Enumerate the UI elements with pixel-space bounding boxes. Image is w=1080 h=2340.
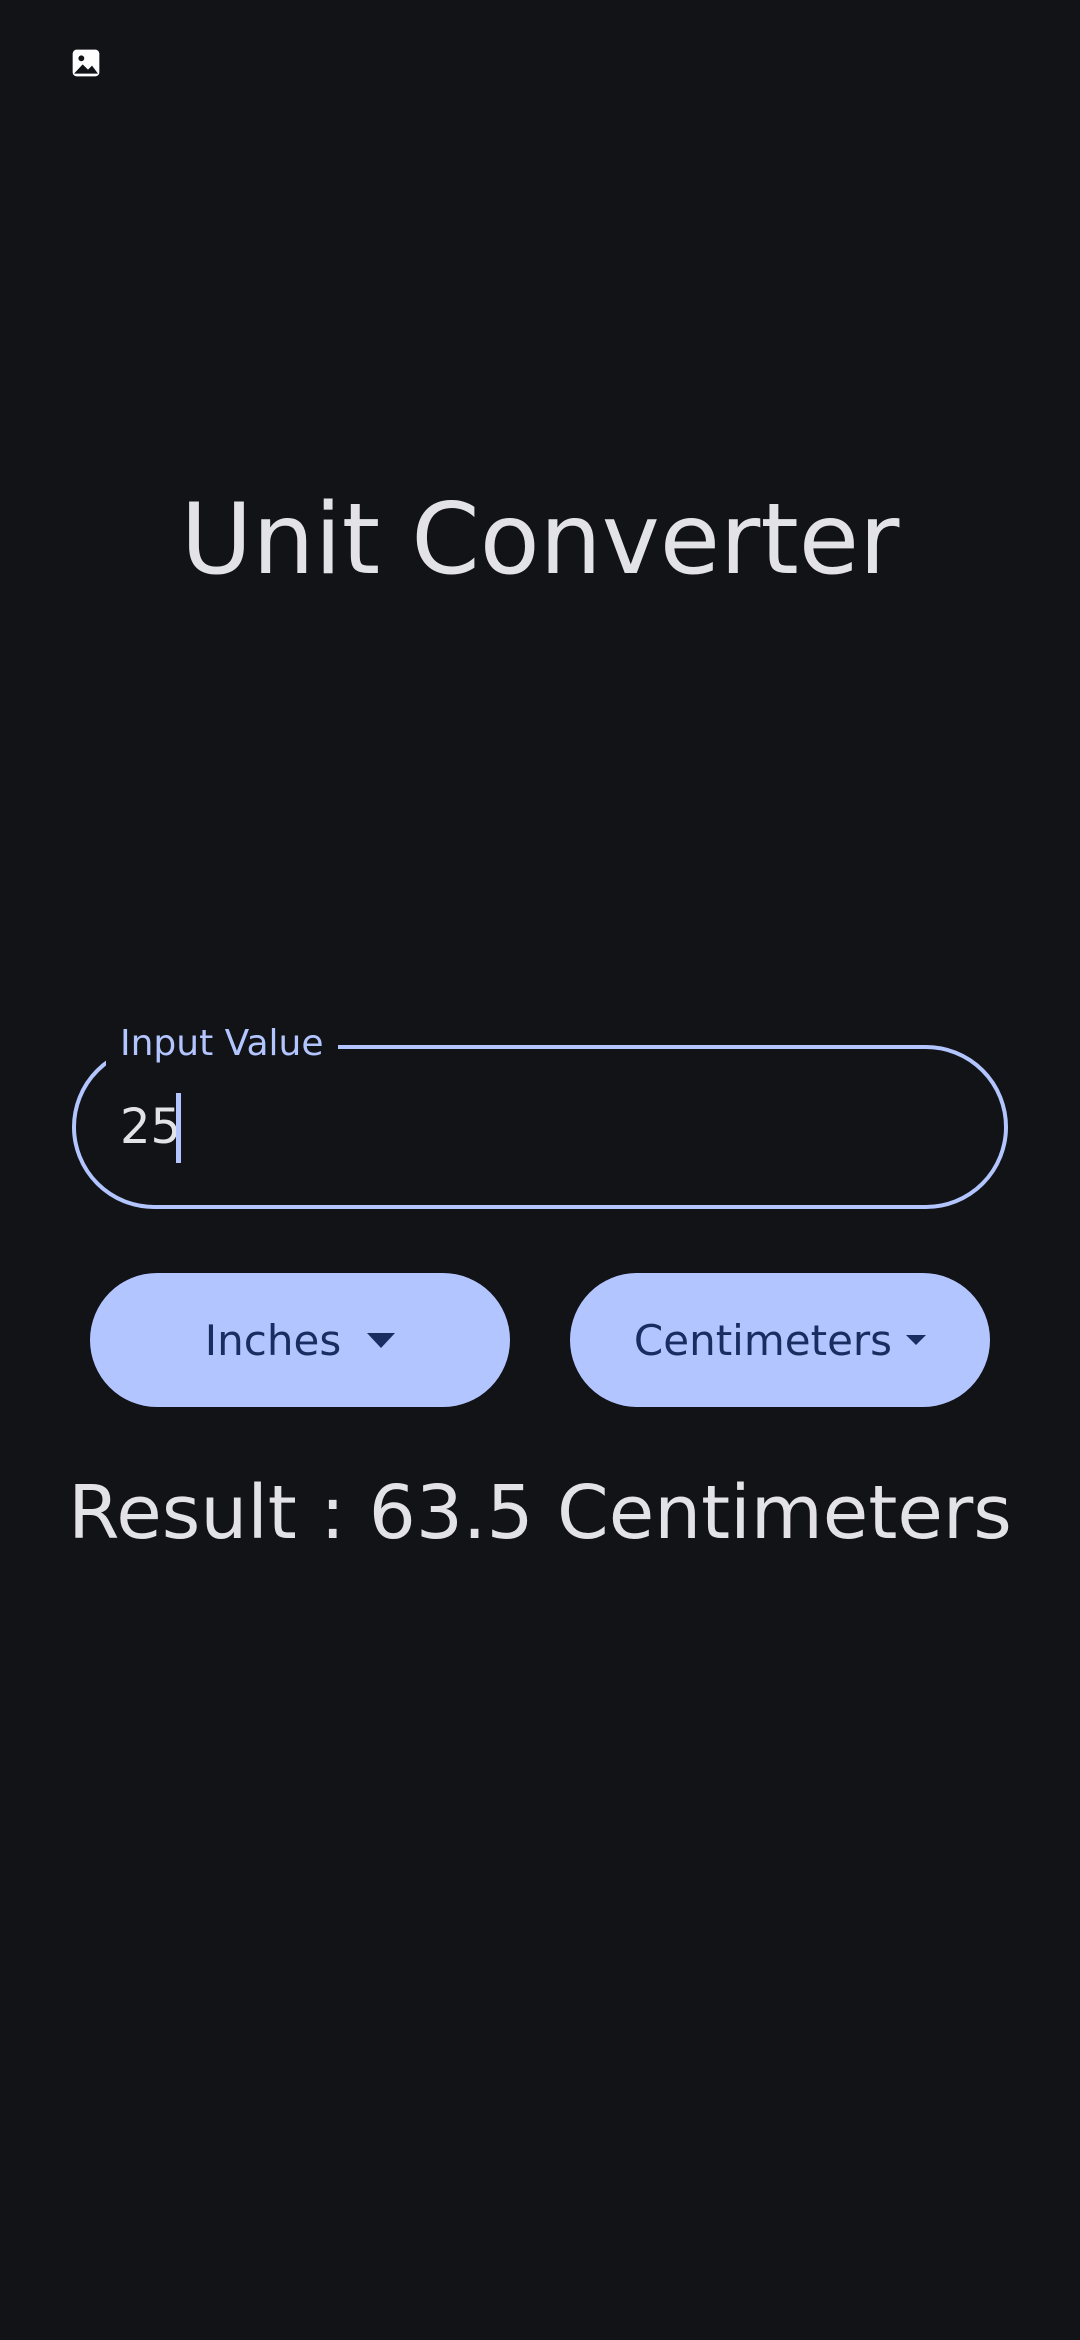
from-unit-label: Inches <box>204 1315 342 1365</box>
to-unit-label: Centimeters <box>633 1315 893 1365</box>
to-unit-dropdown[interactable]: Centimeters <box>570 1273 990 1407</box>
from-unit-dropdown[interactable]: Inches <box>90 1273 510 1407</box>
chevron-down-icon <box>906 1335 927 1345</box>
input-value-text[interactable]: 25 <box>120 1095 181 1159</box>
input-value-label: Input Value <box>106 1020 338 1068</box>
input-value-field[interactable] <box>72 1045 1008 1209</box>
page-title: Unit Converter <box>180 483 900 597</box>
chevron-down-icon <box>367 1332 396 1348</box>
result-text: Result : 63.5 Centimeters <box>68 1470 1012 1556</box>
text-cursor <box>176 1093 181 1163</box>
unit-converter-screen: Unit Converter Input Value 25 Inches Cen… <box>0 0 1080 2340</box>
image-icon <box>72 49 100 77</box>
